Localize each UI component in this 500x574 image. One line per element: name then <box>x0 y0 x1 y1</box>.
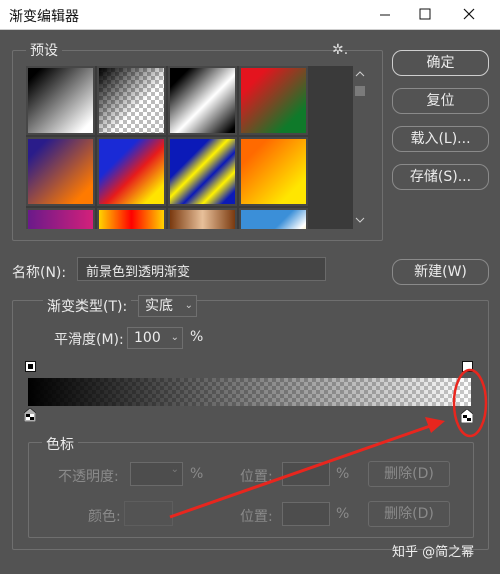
save-button[interactable]: 存储(S)... <box>392 164 489 190</box>
preset-swatch[interactable] <box>239 208 308 229</box>
color-location-label: 位置: <box>240 509 273 525</box>
opacity-location-label: 位置: <box>240 469 273 485</box>
smoothness-label: 平滑度(M): <box>54 332 124 348</box>
maximize-button[interactable] <box>402 0 448 30</box>
color-location-unit: % <box>336 506 350 522</box>
preset-grid <box>26 66 353 229</box>
chevron-down-icon: ⌄ <box>184 300 193 311</box>
opacity-location-input <box>282 462 330 486</box>
opacity-stop-left[interactable] <box>25 361 36 372</box>
opacity-location-unit: % <box>336 466 350 482</box>
title-bar: 渐变编辑器 <box>0 0 500 30</box>
reset-button[interactable]: 复位 <box>392 88 489 114</box>
smoothness-unit: % <box>190 329 204 345</box>
chevron-down-icon: ⌄ <box>170 464 179 475</box>
name-label: 名称(N): <box>12 265 67 281</box>
smoothness-dropdown[interactable]: 100 ⌄ <box>127 327 183 349</box>
color-label: 颜色: <box>88 509 121 525</box>
preset-swatch[interactable] <box>97 208 166 229</box>
maximize-icon <box>419 8 431 20</box>
smoothness-value: 100 <box>134 330 161 346</box>
opacity-input: ⌄ <box>130 462 183 486</box>
preset-swatch[interactable] <box>168 137 237 206</box>
name-input[interactable]: 前景色到透明渐变 <box>77 257 326 281</box>
preset-swatch[interactable] <box>97 137 166 206</box>
color-stop-right[interactable] <box>461 409 473 423</box>
opacity-stop-right[interactable] <box>462 361 473 372</box>
preset-swatch[interactable] <box>239 137 308 206</box>
preset-swatch[interactable] <box>239 66 308 135</box>
presets-legend: 预设 <box>26 40 62 60</box>
opacity-label: 不透明度: <box>58 469 119 485</box>
preset-swatch[interactable] <box>26 208 95 229</box>
color-stop-left[interactable] <box>24 408 36 422</box>
preset-swatch[interactable] <box>26 66 95 135</box>
preset-swatch[interactable] <box>168 66 237 135</box>
ok-button[interactable]: 确定 <box>392 50 489 76</box>
scroll-up-icon[interactable] <box>353 68 367 80</box>
gear-icon[interactable]: ✲. <box>332 42 348 58</box>
scroll-down-icon[interactable] <box>353 214 367 226</box>
gradient-preview-bar[interactable] <box>28 378 471 406</box>
color-stop-legend: 色标 <box>42 434 78 454</box>
color-location-input <box>282 502 330 526</box>
preset-swatch[interactable] <box>168 208 237 229</box>
new-button[interactable]: 新建(W) <box>392 259 489 285</box>
presets-scrollbar[interactable] <box>353 66 367 229</box>
close-button[interactable] <box>446 0 492 30</box>
window-title: 渐变编辑器 <box>9 9 79 25</box>
scroll-thumb[interactable] <box>355 86 365 96</box>
opacity-unit: % <box>190 466 204 482</box>
preset-swatch[interactable] <box>97 66 166 135</box>
close-icon <box>463 8 475 20</box>
chevron-down-icon: ⌄ <box>170 332 179 343</box>
delete-opacity-stop-button: 删除(D) <box>368 461 450 487</box>
load-button[interactable]: 载入(L)... <box>392 126 489 152</box>
gradient-type-label: 渐变类型(T): <box>43 296 132 316</box>
color-swatch <box>124 501 173 526</box>
watermark: 知乎 @简之幂 <box>392 545 475 560</box>
gradient-type-value: 实底 <box>145 298 173 314</box>
delete-color-stop-button: 删除(D) <box>368 501 450 527</box>
preset-swatch[interactable] <box>26 137 95 206</box>
gradient-type-dropdown[interactable]: 实底 ⌄ <box>138 295 197 317</box>
